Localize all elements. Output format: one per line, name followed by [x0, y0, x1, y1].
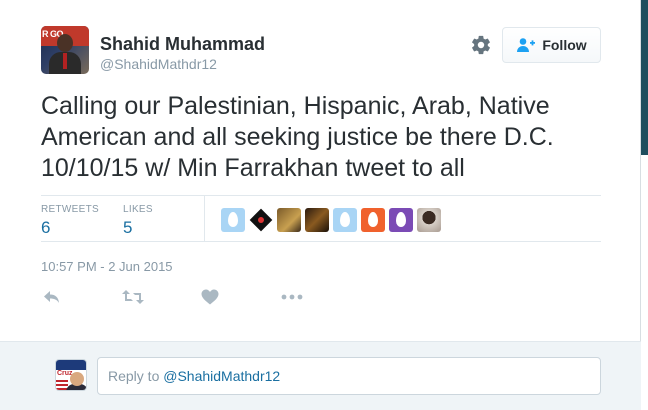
gear-icon[interactable] [470, 34, 492, 56]
reply-handle: @ShahidMathdr12 [163, 368, 281, 384]
likes-label: LIKES [123, 204, 153, 215]
retweets-label: RETWEETS [41, 204, 99, 215]
stats-divider [204, 196, 205, 241]
tweet-timestamp[interactable]: 10:57 PM - 2 Jun 2015 [41, 259, 173, 274]
heart-icon[interactable] [201, 289, 223, 307]
tweet-permalink-card: R GO Shahid Muhammad @ShahidMathdr12 Fol… [0, 0, 641, 410]
reply-area: Cruz Reply to @ShahidMathdr12 [0, 341, 641, 410]
avatar-band [56, 360, 86, 370]
author-avatar[interactable]: R GO [41, 26, 89, 74]
likes-count: 5 [123, 218, 133, 237]
avatar-figure-head [57, 34, 73, 52]
author-screen-name[interactable]: @ShahidMathdr12 [100, 56, 217, 72]
liker-avatar-3[interactable] [277, 208, 301, 232]
more-icon[interactable] [281, 289, 303, 307]
liker-avatar-1[interactable] [221, 208, 245, 232]
retweet-icon[interactable] [122, 289, 144, 307]
avatar-figure-tie [63, 53, 67, 69]
follow-button-label: Follow [542, 37, 587, 53]
likes-stat[interactable]: LIKES 5 [123, 204, 153, 238]
liker-avatar-8[interactable] [417, 208, 441, 232]
liker-avatar-7[interactable] [389, 208, 413, 232]
background-edge [640, 0, 648, 410]
tweet-text: Calling our Palestinian, Hispanic, Arab,… [41, 92, 554, 182]
liker-avatars [221, 208, 441, 232]
follow-button[interactable]: Follow [502, 27, 601, 63]
person-plus-icon [517, 38, 536, 52]
reply-icon[interactable] [42, 289, 64, 307]
liker-avatar-2[interactable] [249, 208, 273, 232]
liker-avatar-6[interactable] [361, 208, 385, 232]
avatar-face [70, 372, 84, 386]
liker-avatar-5[interactable] [333, 208, 357, 232]
reply-prefix: Reply to [108, 368, 164, 384]
reply-input[interactable]: Reply to @ShahidMathdr12 [97, 357, 601, 395]
tweet-stats: RETWEETS 6 LIKES 5 [41, 195, 601, 242]
retweets-stat[interactable]: RETWEETS 6 [41, 204, 99, 238]
current-user-avatar[interactable]: Cruz [55, 359, 87, 391]
diamond-dot [258, 217, 264, 223]
author-display-name[interactable]: Shahid Muhammad [100, 34, 265, 55]
liker-avatar-4[interactable] [305, 208, 329, 232]
retweets-count: 6 [41, 218, 51, 237]
